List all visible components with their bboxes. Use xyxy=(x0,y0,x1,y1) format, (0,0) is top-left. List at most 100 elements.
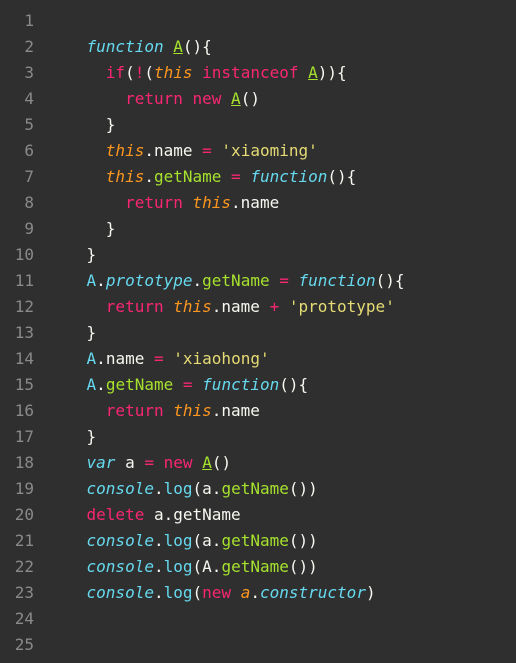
token: console xyxy=(87,557,154,576)
line-number: 19 xyxy=(4,476,34,502)
token: ()) xyxy=(289,531,318,550)
line-number: 2 xyxy=(4,34,34,60)
code-line: var a = new A() xyxy=(48,450,404,476)
line-number: 22 xyxy=(4,554,34,580)
token: getName xyxy=(173,505,240,524)
token: A xyxy=(202,453,212,472)
token: ()) xyxy=(289,557,318,576)
token: function xyxy=(250,167,327,186)
code-line: this.getName = function(){ xyxy=(48,164,404,190)
token: (){ xyxy=(279,375,308,394)
token: console xyxy=(87,583,154,602)
token xyxy=(289,271,299,290)
token: this xyxy=(106,141,145,160)
token: ( xyxy=(144,63,154,82)
token: (){ xyxy=(183,37,212,56)
token: a xyxy=(241,583,251,602)
token: . xyxy=(144,167,154,186)
token xyxy=(270,271,280,290)
token: constructor xyxy=(260,583,366,602)
token: 'xiaohong' xyxy=(173,349,269,368)
token: A xyxy=(202,557,212,576)
code-line: return this.name xyxy=(48,190,404,216)
token: ( xyxy=(125,63,135,82)
token: function xyxy=(202,375,279,394)
code-line: return new A() xyxy=(48,86,404,112)
token: . xyxy=(212,297,222,316)
token: . xyxy=(96,349,106,368)
token xyxy=(241,167,251,186)
token xyxy=(87,63,106,82)
token: = xyxy=(231,167,241,186)
code-line xyxy=(48,632,404,658)
token: getName xyxy=(221,557,288,576)
token: (){ xyxy=(376,271,405,290)
token: new xyxy=(164,453,193,472)
token xyxy=(279,297,289,316)
token xyxy=(87,167,106,186)
token: name xyxy=(221,401,260,420)
code-line: this.name = 'xiaoming' xyxy=(48,138,404,164)
token: this xyxy=(173,297,212,316)
token: getName xyxy=(154,167,221,186)
token: this xyxy=(154,63,193,82)
token: } xyxy=(87,427,97,446)
line-number: 13 xyxy=(4,320,34,346)
token xyxy=(164,297,174,316)
token xyxy=(221,89,231,108)
line-number: 17 xyxy=(4,424,34,450)
line-number: 18 xyxy=(4,450,34,476)
token: log xyxy=(164,479,193,498)
line-number: 1 xyxy=(4,8,34,34)
token: log xyxy=(164,557,193,576)
code-area[interactable]: function A(){ if(!(this instanceof A)){ … xyxy=(44,0,404,663)
token: A xyxy=(308,63,318,82)
token: . xyxy=(154,583,164,602)
token: function xyxy=(299,271,376,290)
token: A xyxy=(231,89,241,108)
code-line: console.log(a.getName()) xyxy=(48,528,404,554)
line-number: 8 xyxy=(4,190,34,216)
token: a xyxy=(202,531,212,550)
line-number: 14 xyxy=(4,346,34,372)
token: console xyxy=(87,531,154,550)
token: log xyxy=(164,531,193,550)
line-number: 4 xyxy=(4,86,34,112)
token xyxy=(154,453,164,472)
token xyxy=(193,375,203,394)
token xyxy=(221,167,231,186)
token: name xyxy=(154,141,193,160)
token xyxy=(193,453,203,472)
line-number: 12 xyxy=(4,294,34,320)
token xyxy=(164,349,174,368)
token: } xyxy=(87,245,97,264)
token: this xyxy=(193,193,232,212)
code-line: if(!(this instanceof A)){ xyxy=(48,60,404,86)
token xyxy=(193,141,203,160)
line-number: 11 xyxy=(4,268,34,294)
token: new xyxy=(202,583,231,602)
line-number: 24 xyxy=(4,606,34,632)
token: A xyxy=(87,349,97,368)
token: ( xyxy=(193,583,203,602)
token: } xyxy=(87,323,97,342)
token: name xyxy=(241,193,280,212)
token xyxy=(164,401,174,420)
token: . xyxy=(212,401,222,420)
token: a xyxy=(154,505,164,524)
token: . xyxy=(231,193,241,212)
token: getName xyxy=(221,531,288,550)
token: 'prototype' xyxy=(289,297,395,316)
token: return xyxy=(106,297,164,316)
token xyxy=(231,583,241,602)
token xyxy=(144,349,154,368)
code-line: console.log(A.getName()) xyxy=(48,554,404,580)
code-line: A.prototype.getName = function(){ xyxy=(48,268,404,294)
token: . xyxy=(250,583,260,602)
token: = xyxy=(154,349,164,368)
token: ( xyxy=(193,557,203,576)
code-line: } xyxy=(48,216,404,242)
token: . xyxy=(96,271,106,290)
token: = xyxy=(279,271,289,290)
line-number: 6 xyxy=(4,138,34,164)
